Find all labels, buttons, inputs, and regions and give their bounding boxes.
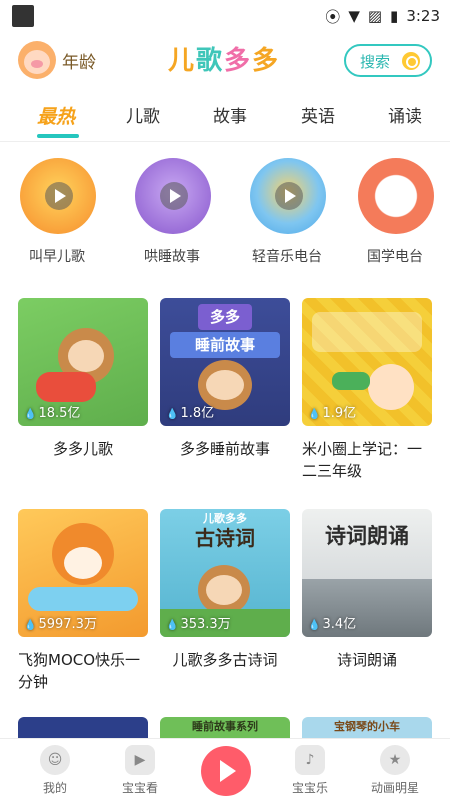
- nav-label: 宝宝乐: [291, 781, 328, 795]
- age-label[interactable]: 年龄: [62, 48, 96, 73]
- channel-label: 轻音乐电台: [252, 249, 322, 265]
- album-cover: 宝钢琴的小车: [302, 717, 432, 738]
- logo-char: 多: [224, 46, 253, 76]
- tab-stories[interactable]: 故事: [213, 102, 247, 127]
- search-label: 搜索: [360, 53, 391, 71]
- search-icon: [402, 52, 420, 70]
- age-avatar-icon[interactable]: [18, 41, 56, 79]
- app-header: 年龄 儿歌多多 搜索: [0, 38, 450, 82]
- video-icon: ▶: [125, 745, 155, 775]
- channel-light-music[interactable]: 轻音乐电台: [237, 158, 337, 273]
- wifi-icon: ▼: [348, 7, 360, 25]
- nav-label: 宝宝看: [121, 781, 158, 795]
- channel-classics[interactable]: 国学电台: [345, 158, 445, 273]
- logo-char: 歌: [196, 46, 225, 76]
- nav-mine[interactable]: ☺ 我的: [20, 745, 90, 796]
- bottom-navigation: ☺ 我的 ▶ 宝宝看 ♪ 宝宝乐 ★ 动画明星: [0, 738, 450, 800]
- play-icon: [275, 182, 303, 210]
- album-title: 多多儿歌: [52, 440, 113, 458]
- channel-label: 叫早儿歌: [29, 249, 85, 265]
- tab-recitation[interactable]: 诵读: [388, 102, 422, 127]
- album-title: 多多睡前故事: [179, 440, 270, 458]
- channel-label: 国学电台: [367, 249, 423, 265]
- notification-icon: [12, 5, 34, 27]
- play-icon: [45, 182, 73, 210]
- status-icons: ⦿ ▼ ▨ ▮ 3:23: [325, 6, 440, 27]
- app-logo: 儿歌多多: [168, 40, 280, 77]
- play-count: 353.3万: [166, 613, 230, 632]
- play-count: 5997.3万: [24, 613, 97, 632]
- play-count: 1.9亿: [308, 402, 356, 421]
- search-button[interactable]: 搜索: [344, 44, 432, 77]
- album-title: 米小圈上学记：一二三年级: [302, 440, 423, 480]
- play-count: 3.4亿: [308, 613, 356, 632]
- logo-char: 儿: [168, 46, 197, 76]
- tab-songs[interactable]: 儿歌: [126, 102, 160, 127]
- baby-face-icon: ☺: [40, 745, 70, 775]
- play-count: 18.5亿: [24, 402, 80, 421]
- status-bar: ⦿ ▼ ▨ ▮ 3:23: [0, 0, 450, 32]
- location-icon: ⦿: [325, 7, 341, 26]
- channel-morning-songs[interactable]: 叫早儿歌: [7, 158, 107, 273]
- album-cover: 睡前故事系列: [160, 717, 290, 738]
- channel-label: 哄睡故事: [144, 249, 200, 265]
- tab-english[interactable]: 英语: [301, 102, 335, 127]
- category-tabs: 最热 儿歌 故事 英语 诵读: [0, 96, 450, 142]
- nav-cartoon-stars[interactable]: ★ 动画明星: [360, 745, 430, 796]
- nav-watch[interactable]: ▶ 宝宝看: [105, 745, 175, 796]
- nav-label: 我的: [42, 781, 67, 795]
- music-icon: ♪: [295, 745, 325, 775]
- nav-music[interactable]: ♪ 宝宝乐: [275, 745, 345, 796]
- logo-char: 多: [252, 46, 281, 76]
- tab-hot[interactable]: 最热: [37, 102, 75, 129]
- album-cover: [18, 717, 148, 738]
- battery-icon: ▮: [390, 7, 399, 25]
- no-sim-icon: ▨: [367, 7, 383, 25]
- play-icon: [160, 182, 188, 210]
- album-title: 飞狗MOCO快乐一分钟: [18, 651, 141, 691]
- panda-icon: [358, 158, 434, 234]
- star-mascot-icon: ★: [380, 745, 410, 775]
- album-title: 儿歌多多古诗词: [172, 651, 278, 669]
- active-tab-indicator: [37, 134, 79, 138]
- center-play-button[interactable]: [201, 746, 251, 796]
- channel-bedtime-stories[interactable]: 哄睡故事: [122, 158, 222, 273]
- status-time: 3:23: [406, 7, 440, 25]
- play-count: 1.8亿: [166, 402, 214, 421]
- album-title: 诗词朗诵: [336, 651, 397, 669]
- nav-label: 动画明星: [370, 781, 419, 795]
